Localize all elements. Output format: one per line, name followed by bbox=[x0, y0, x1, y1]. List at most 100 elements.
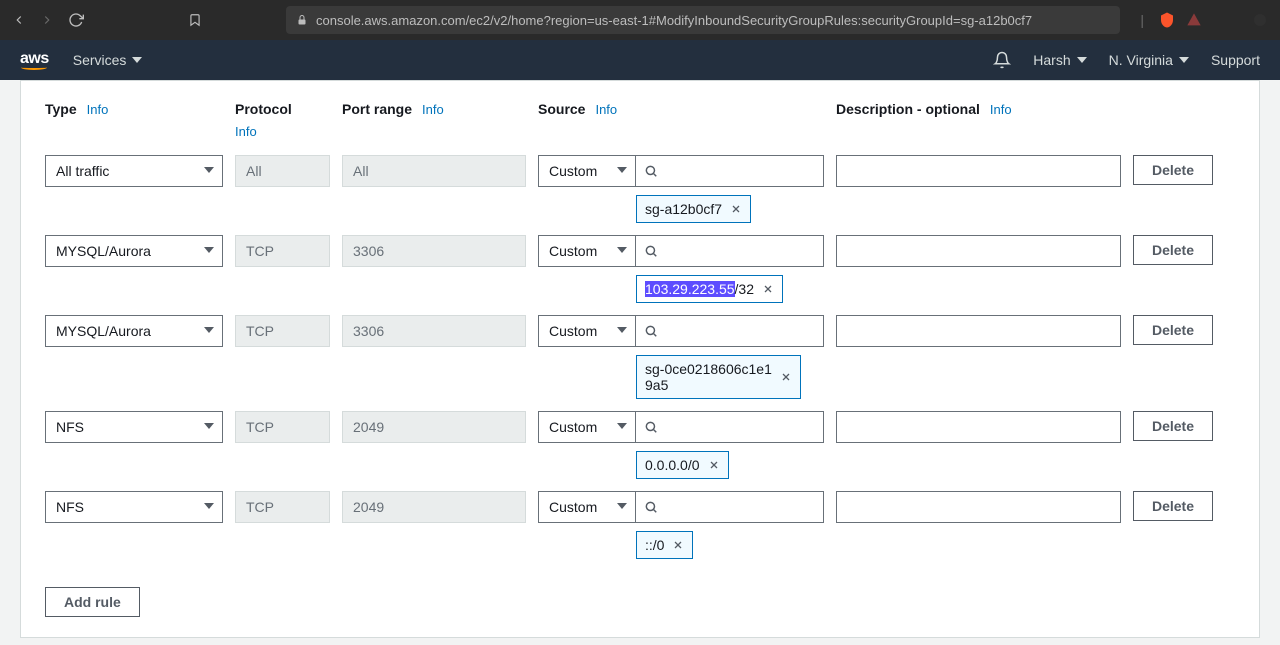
chevron-down-icon bbox=[204, 247, 214, 253]
user-menu[interactable]: Harsh bbox=[1033, 52, 1086, 68]
protocol-header: Protocol bbox=[235, 101, 292, 117]
source-header: Source bbox=[538, 101, 585, 117]
rule-row: MYSQL/Aurora TCP 3306 Custom sg-0ce0218606… bbox=[45, 315, 1235, 399]
chevron-down-icon bbox=[204, 167, 214, 173]
ext2-icon[interactable] bbox=[1252, 12, 1268, 28]
url-bar[interactable]: console.aws.amazon.com/ec2/v2/home?regio… bbox=[286, 6, 1120, 34]
description-input[interactable] bbox=[836, 315, 1121, 347]
info-link[interactable]: Info bbox=[235, 124, 257, 139]
source-search-input[interactable] bbox=[636, 235, 824, 267]
source-tag[interactable]: 0.0.0.0/0 bbox=[636, 451, 729, 479]
port-field: All bbox=[342, 155, 526, 187]
search-icon bbox=[644, 244, 658, 258]
description-input[interactable] bbox=[836, 235, 1121, 267]
remove-tag-icon[interactable] bbox=[780, 371, 792, 383]
browser-chrome: console.aws.amazon.com/ec2/v2/home?regio… bbox=[0, 0, 1280, 40]
port-header: Port range bbox=[342, 101, 412, 117]
source-type-select[interactable]: Custom bbox=[538, 235, 636, 267]
chevron-down-icon bbox=[617, 247, 627, 253]
chevron-down-icon bbox=[204, 327, 214, 333]
nav-back-icon[interactable] bbox=[12, 13, 26, 27]
source-tag[interactable]: 103.29.223.55/32 bbox=[636, 275, 783, 303]
inbound-rules-panel: Type Info Protocol Info Port range Info … bbox=[20, 80, 1260, 638]
chevron-down-icon bbox=[617, 167, 627, 173]
aws-logo[interactable]: aws bbox=[20, 50, 49, 70]
protocol-field: TCP bbox=[235, 411, 330, 443]
source-search-input[interactable] bbox=[636, 155, 824, 187]
services-label: Services bbox=[73, 52, 127, 68]
type-value: MYSQL/Aurora bbox=[56, 243, 151, 259]
region-menu[interactable]: N. Virginia bbox=[1109, 52, 1189, 68]
type-select[interactable]: NFS bbox=[45, 411, 223, 443]
chevron-down-icon bbox=[204, 423, 214, 429]
remove-tag-icon[interactable] bbox=[730, 203, 742, 215]
source-search-input[interactable] bbox=[636, 491, 824, 523]
info-link[interactable]: Info bbox=[990, 102, 1012, 117]
table-header-row: Type Info Protocol Info Port range Info … bbox=[45, 101, 1235, 139]
port-field: 3306 bbox=[342, 315, 526, 347]
ext-icon[interactable] bbox=[1186, 12, 1202, 28]
description-input[interactable] bbox=[836, 155, 1121, 187]
chevron-down-icon bbox=[1077, 57, 1087, 63]
type-value: MYSQL/Aurora bbox=[56, 323, 151, 339]
reload-icon[interactable] bbox=[68, 12, 84, 28]
source-tag[interactable]: ::/0 bbox=[636, 531, 693, 559]
delete-rule-button[interactable]: Delete bbox=[1133, 411, 1213, 441]
type-select[interactable]: MYSQL/Aurora bbox=[45, 315, 223, 347]
rule-row: NFS TCP 2049 Custom 0.0.0.0/0 Delete bbox=[45, 411, 1235, 479]
chevron-down-icon bbox=[204, 503, 214, 509]
source-type-select[interactable]: Custom bbox=[538, 315, 636, 347]
search-icon bbox=[644, 500, 658, 514]
info-link[interactable]: Info bbox=[87, 102, 109, 117]
rule-row: MYSQL/Aurora TCP 3306 Custom 103.29.223.55… bbox=[45, 235, 1235, 303]
search-icon bbox=[644, 164, 658, 178]
delete-rule-button[interactable]: Delete bbox=[1133, 155, 1213, 185]
chevron-down-icon bbox=[1179, 57, 1189, 63]
add-rule-button[interactable]: Add rule bbox=[45, 587, 140, 617]
url-text: console.aws.amazon.com/ec2/v2/home?regio… bbox=[316, 13, 1032, 28]
chevron-down-icon bbox=[132, 57, 142, 63]
source-search-input[interactable] bbox=[636, 315, 824, 347]
bell-icon[interactable] bbox=[993, 51, 1011, 69]
support-menu[interactable]: Support bbox=[1211, 52, 1260, 68]
port-field: 2049 bbox=[342, 411, 526, 443]
type-select[interactable]: MYSQL/Aurora bbox=[45, 235, 223, 267]
description-input[interactable] bbox=[836, 491, 1121, 523]
nav-forward-icon[interactable] bbox=[40, 13, 54, 27]
port-field: 2049 bbox=[342, 491, 526, 523]
lock-icon bbox=[296, 14, 308, 26]
protocol-field: TCP bbox=[235, 315, 330, 347]
type-value: NFS bbox=[56, 419, 84, 435]
browser-extensions bbox=[1158, 11, 1268, 29]
source-type-select[interactable]: Custom bbox=[538, 411, 636, 443]
delete-rule-button[interactable]: Delete bbox=[1133, 235, 1213, 265]
delete-rule-button[interactable]: Delete bbox=[1133, 491, 1213, 521]
rule-row: NFS TCP 2049 Custom ::/0 Delete bbox=[45, 491, 1235, 559]
info-link[interactable]: Info bbox=[422, 102, 444, 117]
source-type-select[interactable]: Custom bbox=[538, 491, 636, 523]
services-menu[interactable]: Services bbox=[73, 52, 143, 68]
chevron-down-icon bbox=[617, 423, 627, 429]
type-select[interactable]: NFS bbox=[45, 491, 223, 523]
type-select[interactable]: All traffic bbox=[45, 155, 223, 187]
remove-tag-icon[interactable] bbox=[708, 459, 720, 471]
description-input[interactable] bbox=[836, 411, 1121, 443]
protocol-field: TCP bbox=[235, 235, 330, 267]
remove-tag-icon[interactable] bbox=[672, 539, 684, 551]
delete-rule-button[interactable]: Delete bbox=[1133, 315, 1213, 345]
type-value: All traffic bbox=[56, 163, 109, 179]
chevron-down-icon bbox=[617, 503, 627, 509]
source-tag[interactable]: sg-a12b0cf7 bbox=[636, 195, 751, 223]
desc-header: Description - optional bbox=[836, 101, 980, 117]
protocol-field: TCP bbox=[235, 491, 330, 523]
remove-tag-icon[interactable] bbox=[762, 283, 774, 295]
port-field: 3306 bbox=[342, 235, 526, 267]
source-search-input[interactable] bbox=[636, 411, 824, 443]
brave-icon[interactable] bbox=[1158, 11, 1176, 29]
source-tag[interactable]: sg-0ce0218606c1e19a5 bbox=[636, 355, 801, 399]
info-link[interactable]: Info bbox=[595, 102, 617, 117]
source-type-select[interactable]: Custom bbox=[538, 155, 636, 187]
type-header: Type bbox=[45, 101, 77, 117]
chevron-down-icon bbox=[617, 327, 627, 333]
bookmark-icon[interactable] bbox=[188, 13, 202, 27]
